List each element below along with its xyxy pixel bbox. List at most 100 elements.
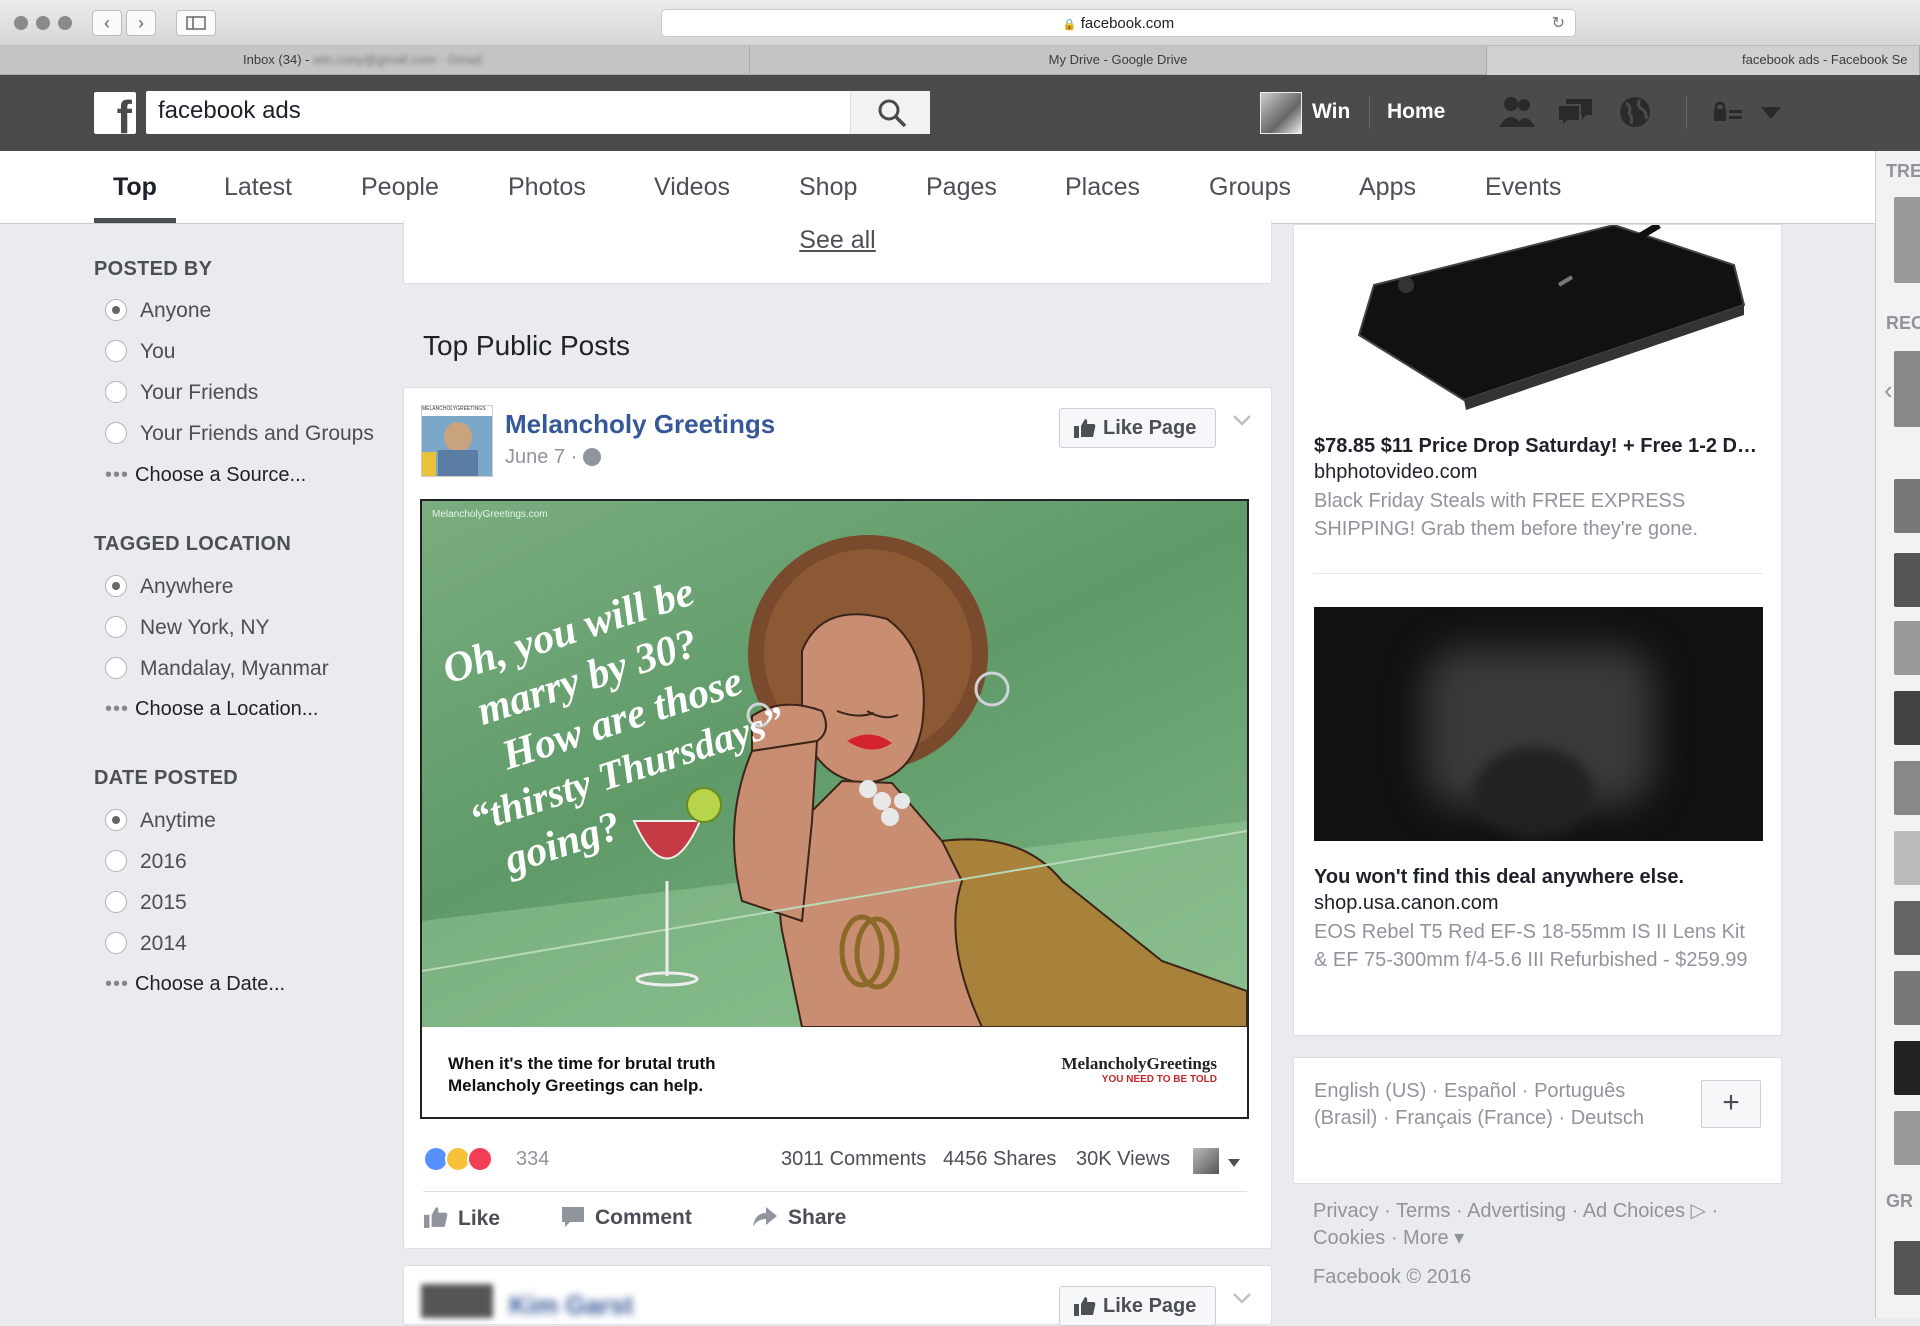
tab-latest[interactable]: Latest bbox=[224, 173, 292, 202]
user-avatar[interactable] bbox=[1260, 92, 1302, 134]
radio-mandalay[interactable] bbox=[105, 657, 127, 679]
comments-count[interactable]: 3011 Comments bbox=[781, 1148, 926, 1171]
ad-image-drawing-tablet[interactable] bbox=[1314, 225, 1763, 415]
maximize-window-button[interactable] bbox=[58, 16, 72, 30]
radio-2014[interactable] bbox=[105, 932, 127, 954]
next-like-page-button[interactable]: Like Page bbox=[1059, 1286, 1216, 1326]
search-box[interactable]: facebook ads bbox=[146, 91, 930, 134]
ad-1-site[interactable]: bhphotovideo.com bbox=[1314, 461, 1477, 484]
choose-location-link[interactable]: ••• Choose a Location... bbox=[105, 698, 318, 721]
tab-shop[interactable]: Shop bbox=[799, 173, 857, 202]
post-image[interactable]: MelancholyGreetings.com Oh, you will be … bbox=[420, 499, 1249, 1119]
reactions-icons[interactable] bbox=[423, 1144, 513, 1174]
tab-videos[interactable]: Videos bbox=[654, 173, 730, 202]
page-avatar[interactable]: MELANCHOLYGREETINGS bbox=[421, 405, 493, 477]
search-input[interactable]: facebook ads bbox=[158, 97, 301, 125]
contact-photo-8[interactable] bbox=[1894, 971, 1920, 1025]
sidebar-toggle-button[interactable] bbox=[176, 10, 216, 36]
contact-photo-9[interactable] bbox=[1894, 1041, 1920, 1095]
ad-1-title[interactable]: $78.85 $11 Price Drop Saturday! + Free 1… bbox=[1314, 435, 1764, 458]
radio-your-friends[interactable] bbox=[105, 381, 127, 403]
next-post-page-name[interactable]: Kim Garst bbox=[509, 1290, 633, 1321]
contact-photo-10[interactable] bbox=[1894, 1111, 1920, 1165]
radio-anyone[interactable] bbox=[105, 299, 127, 321]
contact-photo-4[interactable] bbox=[1894, 691, 1920, 745]
account-menu-icon[interactable] bbox=[1760, 105, 1782, 121]
radio-you[interactable] bbox=[105, 340, 127, 362]
contact-photo-7[interactable] bbox=[1894, 901, 1920, 955]
like-page-button[interactable]: Like Page bbox=[1059, 408, 1216, 448]
ad-2-title[interactable]: You won't find this deal anywhere else. bbox=[1314, 866, 1764, 889]
add-language-button[interactable]: + bbox=[1701, 1080, 1761, 1128]
share-as-chevron-icon[interactable] bbox=[1227, 1158, 1241, 1168]
contact-photo-6[interactable] bbox=[1894, 831, 1920, 885]
radio-new-york[interactable] bbox=[105, 616, 127, 638]
option-label[interactable]: Anyone bbox=[140, 299, 211, 323]
option-label[interactable]: New York, NY bbox=[140, 616, 270, 640]
tab-photos[interactable]: Photos bbox=[508, 173, 586, 202]
radio-2016[interactable] bbox=[105, 850, 127, 872]
page-name-link[interactable]: Melancholy Greetings bbox=[505, 409, 775, 440]
tab-apps[interactable]: Apps bbox=[1359, 173, 1416, 202]
comment-action-button[interactable]: Comment bbox=[561, 1206, 692, 1230]
home-link[interactable]: Home bbox=[1387, 100, 1445, 124]
address-bar[interactable]: 🔒 facebook.com ↻ bbox=[661, 9, 1576, 37]
ad-1-description[interactable]: Black Friday Steals with FREE EXPRESS SH… bbox=[1314, 487, 1754, 543]
share-action-button[interactable]: Share bbox=[752, 1206, 846, 1230]
radio-anytime[interactable] bbox=[105, 809, 127, 831]
tab-facebook-search[interactable]: facebook ads - Facebook Se bbox=[1487, 46, 1920, 75]
trending-thumb[interactable] bbox=[1894, 197, 1920, 283]
choose-date-link[interactable]: ••• Choose a Date... bbox=[105, 973, 285, 996]
next-post-options-chevron-icon[interactable] bbox=[1232, 1292, 1252, 1306]
post-options-chevron-icon[interactable] bbox=[1232, 414, 1252, 428]
privacy-shortcuts-icon[interactable] bbox=[1712, 101, 1744, 125]
like-action-button[interactable]: Like bbox=[424, 1206, 500, 1231]
option-label[interactable]: Your Friends and Groups bbox=[140, 422, 374, 446]
minimize-window-button[interactable] bbox=[36, 16, 50, 30]
option-label[interactable]: Mandalay, Myanmar bbox=[140, 657, 329, 681]
post-date[interactable]: June 7 · bbox=[505, 446, 601, 469]
notifications-globe-icon[interactable] bbox=[1616, 95, 1654, 129]
language-links[interactable]: English (US) · Español · Português (Bras… bbox=[1314, 1078, 1674, 1132]
friend-requests-icon[interactable] bbox=[1498, 95, 1536, 129]
tab-groups[interactable]: Groups bbox=[1209, 173, 1291, 202]
option-label[interactable]: 2016 bbox=[140, 850, 187, 874]
views-count[interactable]: 30K Views bbox=[1076, 1148, 1170, 1171]
messages-icon[interactable] bbox=[1556, 95, 1594, 129]
choose-source-link[interactable]: ••• Choose a Source... bbox=[105, 464, 306, 487]
radio-anywhere[interactable] bbox=[105, 575, 127, 597]
contact-photo-1[interactable] bbox=[1894, 479, 1920, 533]
option-label[interactable]: 2015 bbox=[140, 891, 187, 915]
tab-places[interactable]: Places bbox=[1065, 173, 1140, 202]
back-button[interactable]: ‹ bbox=[92, 10, 122, 36]
share-as-avatar[interactable] bbox=[1193, 1148, 1219, 1174]
ad-2-description[interactable]: EOS Rebel T5 Red EF-S 18-55mm IS II Lens… bbox=[1314, 918, 1754, 974]
reload-icon[interactable]: ↻ bbox=[1552, 10, 1565, 37]
forward-button[interactable]: › bbox=[126, 10, 156, 36]
contact-photo-5[interactable] bbox=[1894, 761, 1920, 815]
shares-count[interactable]: 4456 Shares bbox=[943, 1148, 1056, 1171]
tab-people[interactable]: People bbox=[361, 173, 439, 202]
option-label[interactable]: Anytime bbox=[140, 809, 216, 833]
option-label[interactable]: Anywhere bbox=[140, 575, 233, 599]
carousel-prev-icon[interactable]: ‹ bbox=[1884, 375, 1893, 406]
option-label[interactable]: Your Friends bbox=[140, 381, 258, 405]
profile-link[interactable]: Win bbox=[1312, 100, 1350, 124]
tab-pages[interactable]: Pages bbox=[926, 173, 997, 202]
recommended-thumb[interactable] bbox=[1894, 351, 1920, 427]
reactions-count[interactable]: 334 bbox=[516, 1148, 549, 1171]
radio-2015[interactable] bbox=[105, 891, 127, 913]
contact-photo-3[interactable] bbox=[1894, 621, 1920, 675]
tab-google-drive[interactable]: My Drive - Google Drive bbox=[750, 46, 1487, 75]
ad-image-camera[interactable] bbox=[1314, 607, 1763, 841]
facebook-logo[interactable]: f bbox=[94, 92, 136, 134]
next-post-avatar[interactable] bbox=[421, 1284, 493, 1318]
tab-gmail[interactable]: Inbox (34) - win.cuny@gmail.com - Gmail bbox=[0, 46, 750, 75]
close-window-button[interactable] bbox=[14, 16, 28, 30]
option-label[interactable]: 2014 bbox=[140, 932, 187, 956]
group-photo[interactable] bbox=[1894, 1241, 1920, 1295]
footer-links[interactable]: Privacy · Terms · Advertising · Ad Choic… bbox=[1313, 1198, 1763, 1252]
ad-2-site[interactable]: shop.usa.canon.com bbox=[1314, 892, 1499, 915]
radio-friends-and-groups[interactable] bbox=[105, 422, 127, 444]
tab-events[interactable]: Events bbox=[1485, 173, 1561, 202]
